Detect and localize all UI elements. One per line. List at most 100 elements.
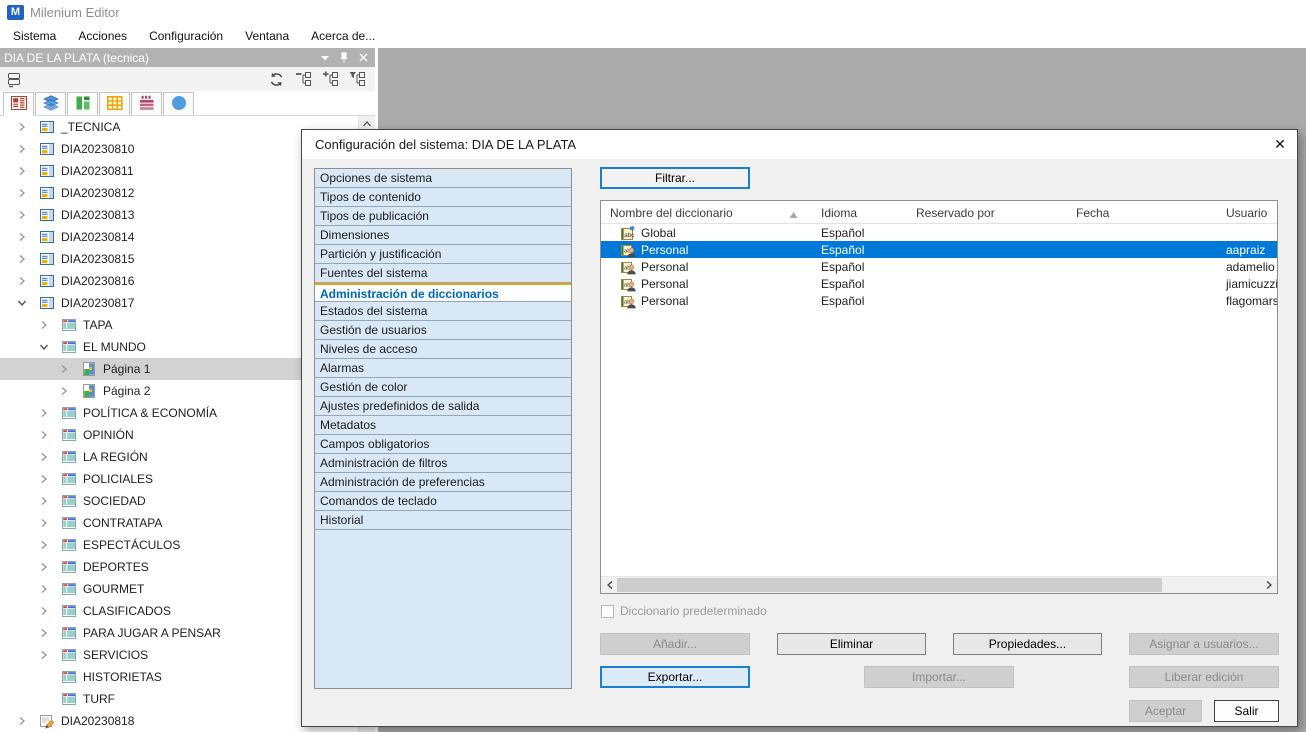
column-header-nombre-del-diccionario[interactable]: Nombre del diccionario — [601, 201, 812, 224]
nav-item-comandos-de-teclado[interactable]: Comandos de teclado — [315, 492, 571, 511]
chevron-down-icon[interactable] — [36, 339, 52, 355]
collapse-tree-icon[interactable] — [294, 71, 312, 88]
delete-button[interactable]: Eliminar — [777, 633, 926, 655]
scroll-right-icon[interactable] — [1260, 577, 1277, 593]
horizontal-scrollbar[interactable] — [601, 576, 1277, 593]
properties-button[interactable]: Propiedades... — [953, 633, 1102, 655]
filter-button[interactable]: Filtrar... — [600, 167, 750, 189]
dialog-title: Configuración del sistema: DIA DE LA PLA… — [302, 137, 576, 152]
chevron-right-icon[interactable] — [36, 493, 52, 509]
expand-tree-icon[interactable] — [321, 71, 339, 88]
assign-users-button[interactable]: Asignar a usuarios... — [1129, 633, 1279, 655]
column-header-reservado-por[interactable]: Reservado por — [907, 201, 1067, 224]
database-icon[interactable] — [5, 71, 23, 88]
section-icon — [61, 471, 77, 487]
table-row[interactable]: abcGlobalEspañol — [601, 224, 1277, 241]
nav-item-tipos-de-contenido[interactable]: Tipos de contenido — [315, 188, 571, 207]
nav-item-administraci-n-de-diccionarios[interactable]: Administración de diccionarios — [315, 283, 571, 302]
chevron-right-icon[interactable] — [36, 603, 52, 619]
chevron-right-icon[interactable] — [36, 449, 52, 465]
chevron-right-icon[interactable] — [36, 405, 52, 421]
nav-item-estados-del-sistema[interactable]: Estados del sistema — [315, 302, 571, 321]
chevron-right-icon[interactable] — [14, 207, 30, 223]
menu-item-ventana[interactable]: Ventana — [234, 26, 300, 46]
nav-item-administraci-n-de-filtros[interactable]: Administración de filtros — [315, 454, 571, 473]
chevron-down-icon[interactable] — [317, 50, 333, 65]
edition-icon — [39, 229, 55, 245]
panel-tab-layers[interactable] — [35, 92, 66, 115]
add-button[interactable]: Añadir... — [600, 633, 750, 655]
table-row[interactable]: abPersonalEspañolaapraiz — [601, 241, 1277, 258]
nav-item-partici-n-y-justificaci-n[interactable]: Partición y justificación — [315, 245, 571, 264]
nav-item-opciones-de-sistema[interactable]: Opciones de sistema — [315, 169, 571, 188]
dialog-close-icon[interactable]: ✕ — [1263, 130, 1297, 159]
chevron-right-icon[interactable] — [14, 185, 30, 201]
edition-icon — [39, 295, 55, 311]
column-header-fecha[interactable]: Fecha — [1067, 201, 1217, 224]
nav-item-administraci-n-de-preferencias[interactable]: Administración de preferencias — [315, 473, 571, 492]
nav-item-fuentes-del-sistema[interactable]: Fuentes del sistema — [315, 264, 571, 283]
nav-item-alarmas[interactable]: Alarmas — [315, 359, 571, 378]
menu-item-sistema[interactable]: Sistema — [2, 26, 67, 46]
column-header-idioma[interactable]: Idioma — [812, 201, 907, 224]
panel-tab-newspaper[interactable] — [3, 92, 34, 116]
chevron-right-icon[interactable] — [14, 713, 30, 729]
chevron-right-icon[interactable] — [36, 317, 52, 333]
chevron-right-icon[interactable] — [14, 273, 30, 289]
nav-item-niveles-de-acceso[interactable]: Niveles de acceso — [315, 340, 571, 359]
default-dictionary-checkbox[interactable] — [601, 605, 614, 618]
nav-item-campos-obligatorios[interactable]: Campos obligatorios — [315, 435, 571, 454]
menu-item-acerca-de[interactable]: Acerca de... — [300, 26, 386, 46]
nav-item-ajustes-predefinidos-de-salida[interactable]: Ajustes predefinidos de salida — [315, 397, 571, 416]
section-icon — [61, 559, 77, 575]
chevron-right-icon[interactable] — [36, 537, 52, 553]
panel-tab-columns[interactable] — [67, 92, 98, 115]
panel-tab-grid[interactable] — [99, 92, 130, 115]
tree-item-label: DIA20230817 — [61, 296, 134, 310]
chevron-right-icon[interactable] — [14, 163, 30, 179]
nav-item-metadatos[interactable]: Metadatos — [315, 416, 571, 435]
nav-item-historial[interactable]: Historial — [315, 511, 571, 530]
filter-tree-icon[interactable] — [348, 71, 366, 88]
chevron-right-icon[interactable] — [36, 625, 52, 641]
chevron-right-icon[interactable] — [14, 119, 30, 135]
chevron-right-icon[interactable] — [36, 647, 52, 663]
chevron-down-icon[interactable] — [14, 295, 30, 311]
chevron-right-icon[interactable] — [36, 471, 52, 487]
import-button[interactable]: Importar... — [864, 666, 1014, 688]
chevron-right-icon[interactable] — [14, 229, 30, 245]
chevron-right-icon[interactable] — [14, 251, 30, 267]
release-edition-button[interactable]: Liberar edición — [1129, 666, 1279, 688]
tree-item-label: PARA JUGAR A PENSAR — [83, 626, 221, 640]
chevron-right-icon[interactable] — [56, 383, 72, 399]
panel-tab-circle[interactable] — [163, 92, 194, 115]
scrollbar-thumb[interactable] — [617, 578, 1162, 592]
refresh-icon[interactable] — [267, 71, 285, 88]
export-button[interactable]: Exportar... — [600, 666, 750, 688]
chevron-right-icon[interactable] — [56, 361, 72, 377]
nav-item-gesti-n-de-usuarios[interactable]: Gestión de usuarios — [315, 321, 571, 340]
table-row[interactable]: abPersonalEspañoladamelio — [601, 258, 1277, 275]
scroll-left-icon[interactable] — [601, 577, 618, 593]
panel-tab-press[interactable] — [131, 92, 162, 115]
menu-item-acciones[interactable]: Acciones — [67, 26, 138, 46]
pin-icon[interactable] — [336, 50, 352, 65]
exit-button[interactable]: Salir — [1214, 700, 1279, 722]
nav-item-tipos-de-publicaci-n[interactable]: Tipos de publicación — [315, 207, 571, 226]
close-icon[interactable] — [355, 50, 371, 65]
nav-item-dimensiones[interactable]: Dimensiones — [315, 226, 571, 245]
chevron-right-icon[interactable] — [36, 515, 52, 531]
edition-edit-icon — [39, 713, 55, 729]
chevron-right-icon[interactable] — [36, 427, 52, 443]
table-row[interactable]: abPersonalEspañolflagomarsino — [601, 292, 1277, 309]
chevron-right-icon[interactable] — [36, 581, 52, 597]
column-header-usuario[interactable]: Usuario — [1217, 201, 1277, 224]
accept-button[interactable]: Aceptar — [1129, 700, 1202, 722]
dictionary-name-cell: abPersonal — [601, 259, 812, 275]
menu-item-configuraci-n[interactable]: Configuración — [138, 26, 234, 46]
chevron-right-icon[interactable] — [36, 559, 52, 575]
idioma-cell: Español — [812, 277, 907, 291]
nav-item-gesti-n-de-color[interactable]: Gestión de color — [315, 378, 571, 397]
chevron-right-icon[interactable] — [14, 141, 30, 157]
table-row[interactable]: abPersonalEspañoljiamicuzzi — [601, 275, 1277, 292]
